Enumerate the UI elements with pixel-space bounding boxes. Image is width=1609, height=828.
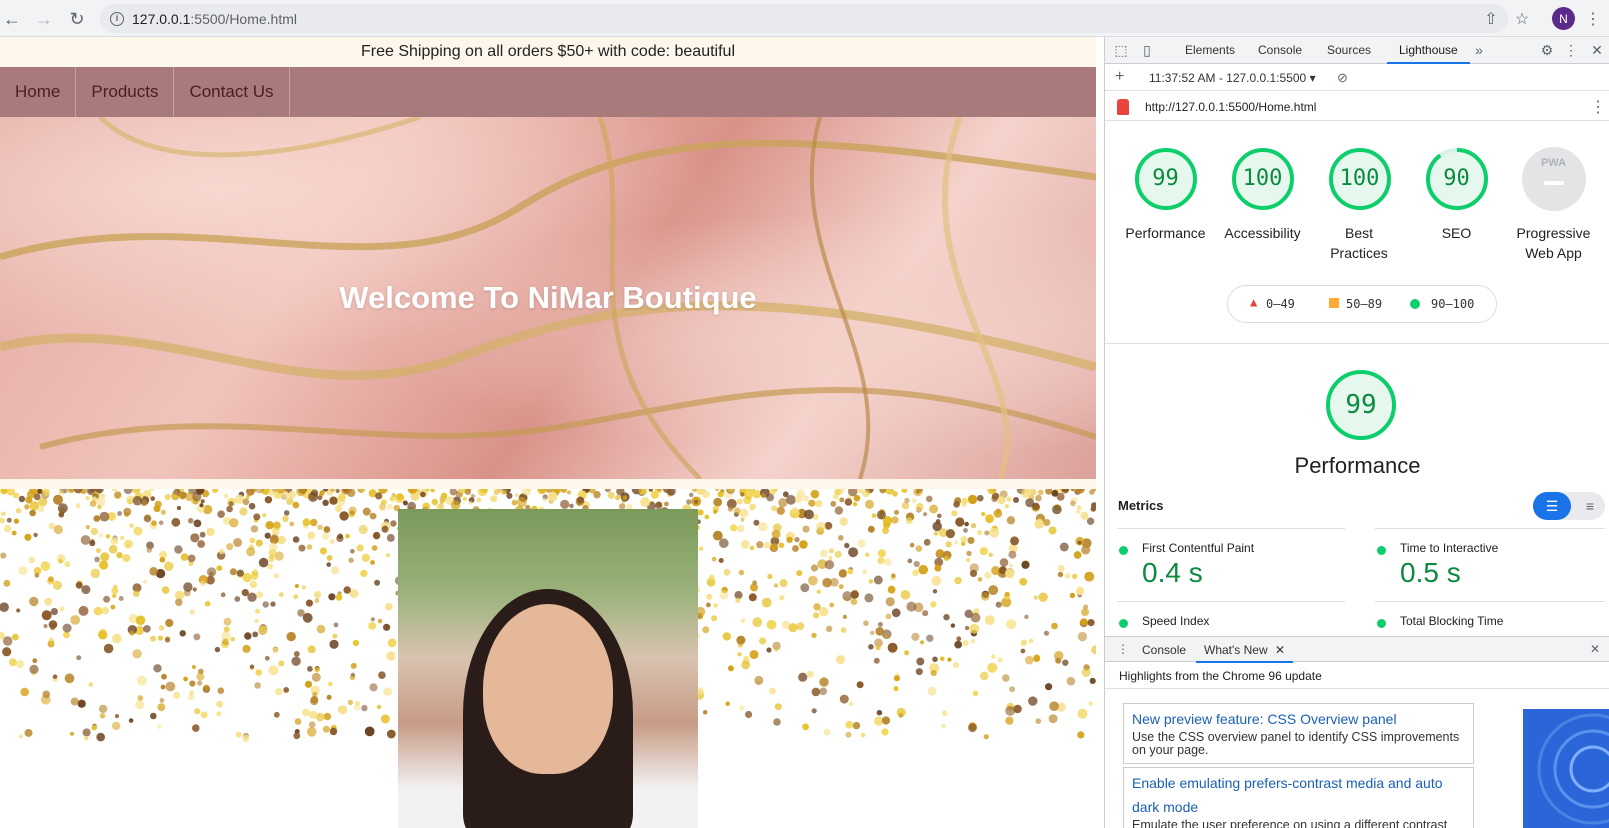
tab-console[interactable]: Console	[1258, 37, 1302, 64]
owner-portrait-image	[398, 509, 698, 828]
performance-title: Performance	[1294, 453, 1421, 478]
nav-home[interactable]: Home	[0, 67, 77, 117]
pass-dot-icon	[1119, 619, 1128, 628]
news-thumbnail-image	[1523, 709, 1609, 828]
metrics-view-toggle[interactable]: ☰ ≡	[1533, 492, 1605, 520]
news-card[interactable]: Enable emulating prefers-contrast media …	[1123, 767, 1474, 828]
drawer-tab-bar: ⋮ Console What's New ✕ ✕	[1105, 636, 1609, 663]
hero-banner: Welcome To NiMar Boutique	[0, 117, 1096, 479]
gauge-performance[interactable]: 99 Performance	[1117, 147, 1214, 243]
pass-dot-icon	[1377, 619, 1386, 628]
clear-reports-icon[interactable]: ⊘	[1337, 70, 1348, 86]
gauge-best-practices[interactable]: 100 Best Practices	[1311, 147, 1408, 263]
address-bar[interactable]: i 127.0.0.1:5500/Home.html	[100, 4, 1508, 33]
kebab-menu-icon[interactable]: ⋮	[1581, 7, 1605, 31]
pass-dot-icon	[1377, 546, 1386, 555]
pwa-icon: PWA	[1521, 147, 1586, 211]
gauge-accessibility[interactable]: 100 Accessibility	[1214, 147, 1311, 243]
device-toolbar-icon[interactable]: ▯	[1137, 37, 1157, 64]
nav-products[interactable]: Products	[76, 67, 175, 117]
nav-contact[interactable]: Contact Us	[174, 67, 290, 117]
report-url[interactable]: http://127.0.0.1:5500/Home.html	[1145, 100, 1316, 114]
gauge-seo[interactable]: 90 SEO	[1408, 147, 1505, 243]
drawer-tab-whats-new[interactable]: What's New ✕	[1196, 637, 1294, 663]
close-tab-icon[interactable]: ✕	[1275, 643, 1285, 657]
close-devtools-icon[interactable]: ✕	[1587, 37, 1607, 64]
compact-view-icon[interactable]: ☰	[1533, 492, 1571, 520]
hero-title: Welcome To NiMar Boutique	[339, 280, 757, 315]
green-circle-icon	[1410, 299, 1420, 309]
lighthouse-toolbar: + 11:37:52 AM - 127.0.0.1:5500 ▾ ⊘	[1105, 65, 1609, 91]
bookmark-star-icon[interactable]: ☆	[1510, 7, 1534, 31]
drawer-menu-icon[interactable]: ⋮	[1117, 642, 1129, 656]
web-page: Free Shipping on all orders $50+ with co…	[0, 37, 1096, 828]
browser-toolbar: ← → ↻ i 127.0.0.1:5500/Home.html ⇧ ☆ N ⋮	[0, 0, 1609, 37]
report-selector[interactable]: 11:37:52 AM - 127.0.0.1:5500 ▾	[1149, 71, 1316, 85]
devtools-menu-icon[interactable]: ⋮	[1561, 37, 1581, 64]
close-drawer-icon[interactable]: ✕	[1590, 642, 1600, 656]
performance-score-gauge: 99	[1325, 369, 1397, 441]
tab-elements[interactable]: Elements	[1185, 37, 1235, 64]
expanded-view-icon[interactable]: ≡	[1575, 492, 1605, 520]
orange-square-icon	[1329, 298, 1339, 308]
back-arrow-icon[interactable]: ←	[0, 7, 24, 31]
gauge-pwa[interactable]: PWA Progressive Web App	[1505, 147, 1602, 263]
promo-banner: Free Shipping on all orders $50+ with co…	[0, 37, 1096, 67]
url-text: 127.0.0.1:5500/Home.html	[132, 10, 297, 27]
news-card[interactable]: New preview feature: CSS Overview panel …	[1123, 703, 1474, 764]
tab-sources[interactable]: Sources	[1327, 37, 1371, 64]
report-menu-icon[interactable]: ⋮	[1590, 97, 1606, 117]
about-section	[0, 489, 1096, 828]
settings-gear-icon[interactable]: ⚙	[1537, 37, 1557, 64]
whats-new-heading: Highlights from the Chrome 96 update	[1105, 663, 1609, 689]
pass-dot-icon	[1119, 546, 1128, 555]
forward-arrow-icon[interactable]: →	[32, 7, 56, 31]
inspect-element-icon[interactable]: ⬚	[1111, 37, 1131, 64]
new-report-icon[interactable]: +	[1115, 68, 1124, 86]
profile-avatar[interactable]: N	[1552, 7, 1575, 30]
share-icon[interactable]: ⇧	[1479, 7, 1503, 31]
red-triangle-icon: ▲	[1250, 295, 1258, 309]
more-tabs-icon[interactable]: »	[1469, 37, 1489, 64]
metrics-heading: Metrics	[1118, 498, 1164, 513]
devtools-tab-bar: ⬚ ▯ Elements Console Sources Lighthouse …	[1105, 37, 1609, 64]
tab-lighthouse[interactable]: Lighthouse	[1387, 37, 1470, 64]
devtools-panel: ⬚ ▯ Elements Console Sources Lighthouse …	[1104, 37, 1609, 828]
info-icon[interactable]: i	[110, 11, 124, 26]
score-legend: ▲ 0–49 50–89 90–100	[1227, 285, 1497, 323]
report-url-bar: http://127.0.0.1:5500/Home.html ⋮	[1105, 91, 1609, 121]
lighthouse-logo-icon	[1117, 99, 1129, 115]
site-nav: Home Products Contact Us	[0, 67, 1096, 117]
reload-icon[interactable]: ↻	[65, 7, 89, 31]
drawer-tab-console[interactable]: Console	[1142, 643, 1186, 657]
